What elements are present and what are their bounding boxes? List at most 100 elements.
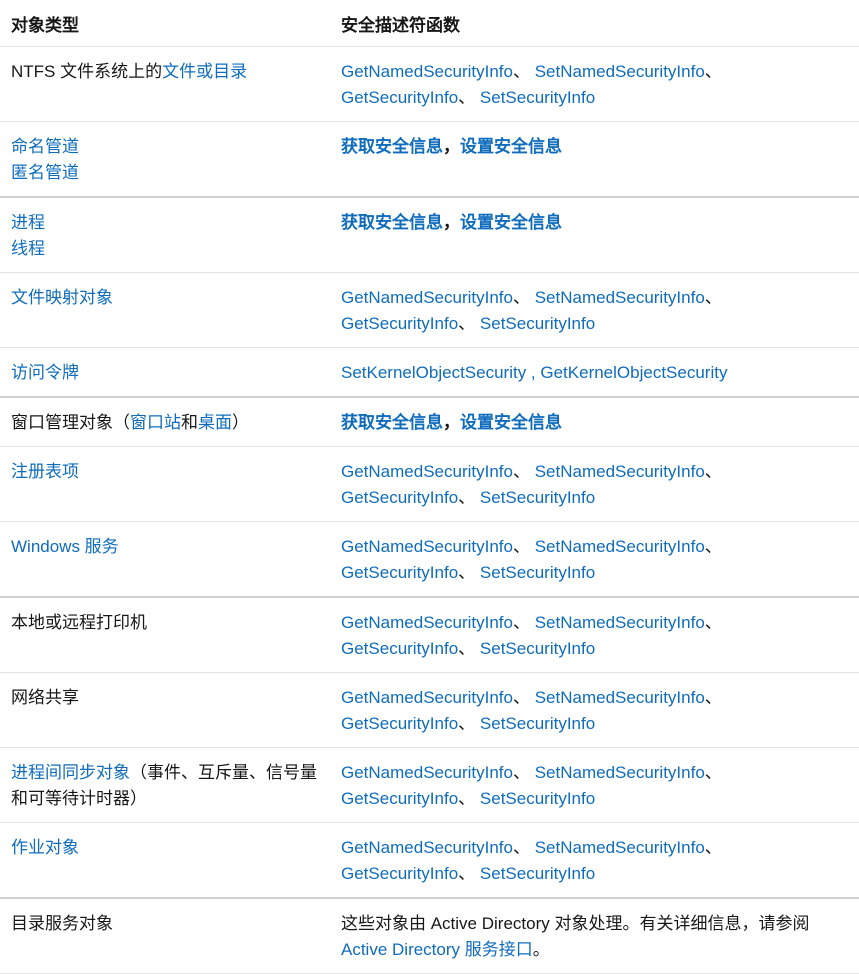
set-security-info-cn-link[interactable]: 设置安全信息	[460, 137, 562, 156]
set-security-info-link[interactable]: SetSecurityInfo	[480, 314, 595, 333]
object-type-cell: 窗口管理对象（窗口站和桌面）	[0, 397, 330, 447]
window-station-link[interactable]: 窗口站	[130, 413, 181, 432]
get-security-info-link[interactable]: GetSecurityInfo	[341, 314, 458, 333]
set-named-security-info-link[interactable]: SetNamedSecurityInfo	[535, 462, 705, 481]
table-row: NTFS 文件系统上的文件或目录 GetNamedSecurityInfo、 S…	[0, 46, 859, 122]
security-functions-table: 对象类型 安全描述符函数 NTFS 文件系统上的文件或目录 GetNamedSe…	[0, 0, 859, 974]
comma: ，	[443, 137, 460, 156]
set-security-info-link[interactable]: SetSecurityInfo	[480, 864, 595, 883]
table-row: 本地或远程打印机 GetNamedSecurityInfo 、 SetNamedS…	[0, 597, 859, 673]
set-named-security-info-link[interactable]: SetNamedSecurityInfo	[535, 688, 705, 707]
separator: 、	[458, 488, 480, 507]
set-kernel-object-security-link[interactable]: SetKernelObjectSecurity	[341, 363, 526, 382]
anonymous-pipes-link[interactable]: 匿名管道	[11, 163, 79, 182]
separator: 、	[512, 763, 535, 782]
object-type-cell: NTFS 文件系统上的文件或目录	[0, 46, 330, 122]
separator: 、	[704, 613, 722, 632]
set-security-info-link[interactable]: SetSecurityInfo	[480, 639, 595, 658]
separator: 、	[704, 288, 722, 307]
functions-cell: GetNamedSecurityInfo、 SetNamedSecurityIn…	[330, 521, 859, 598]
get-security-info-link[interactable]: GetSecurityInfo	[341, 488, 458, 507]
set-security-info-link[interactable]: SetSecurityInfo	[480, 789, 595, 808]
get-named-security-info-link[interactable]: GetNamedSecurityInfo	[341, 537, 513, 556]
get-security-info-link[interactable]: GetSecurityInfo	[341, 864, 458, 883]
and-text: 和	[181, 413, 198, 432]
get-named-security-info-link[interactable]: GetNamedSecurityInfo	[341, 688, 513, 707]
set-security-info-cn-link[interactable]: 设置安全信息	[460, 213, 562, 232]
directory-description: 这些对象由 Active Directory 对象处理。有关详细信息，请参阅	[341, 914, 810, 933]
get-named-security-info-link[interactable]: GetNamedSecurityInfo	[341, 62, 513, 81]
get-security-info-link[interactable]: GetSecurityInfo	[341, 714, 458, 733]
ntfs-prefix: NTFS 文件系统上的	[11, 62, 163, 81]
object-type-cell: 文件映射对象	[0, 272, 330, 348]
set-security-info-link[interactable]: SetSecurityInfo	[480, 563, 595, 582]
threads-link[interactable]: 线程	[11, 239, 45, 258]
set-named-security-info-link[interactable]: SetNamedSecurityInfo	[535, 763, 705, 782]
file-mapping-link[interactable]: 文件映射对象	[11, 288, 113, 307]
comma: ，	[443, 213, 460, 232]
object-type-cell: 本地或远程打印机	[0, 597, 330, 673]
access-token-link[interactable]: 访问令牌	[11, 363, 79, 382]
header-functions: 安全描述符函数	[330, 0, 859, 47]
period: 。	[532, 940, 550, 959]
table-row: Windows 服务 GetNamedSecurityInfo、 SetName…	[0, 521, 859, 598]
separator: 、	[512, 462, 535, 481]
separator: 、	[458, 88, 480, 107]
processes-link[interactable]: 进程	[11, 213, 45, 232]
get-kernel-object-security-link[interactable]: GetKernelObjectSecurity	[540, 363, 727, 382]
separator: 、	[512, 537, 535, 556]
separator: 、	[458, 639, 480, 658]
table-row: 目录服务对象 这些对象由 Active Directory 对象处理。有关详细信…	[0, 898, 859, 974]
set-security-info-link[interactable]: SetSecurityInfo	[480, 88, 595, 107]
files-directories-link[interactable]: 文件或目录	[162, 62, 247, 81]
named-pipes-link[interactable]: 命名管道	[11, 137, 79, 156]
registry-key-link[interactable]: 注册表项	[11, 462, 79, 481]
object-type-cell: 目录服务对象	[0, 898, 330, 974]
get-security-info-link[interactable]: GetSecurityInfo	[341, 88, 458, 107]
set-named-security-info-link[interactable]: SetNamedSecurityInfo	[535, 288, 705, 307]
separator: 、	[704, 462, 722, 481]
functions-cell: 获取安全信息，设置安全信息	[330, 397, 859, 447]
functions-cell: GetNamedSecurityInfo、 SetNamedSecurityIn…	[330, 46, 859, 122]
separator: 、	[704, 537, 722, 556]
set-named-security-info-link[interactable]: SetNamedSecurityInfo	[535, 537, 705, 556]
separator: 、	[458, 314, 480, 333]
separator: 、	[704, 763, 722, 782]
set-named-security-info-link[interactable]: SetNamedSecurityInfo	[535, 838, 705, 857]
get-named-security-info-link[interactable]: GetNamedSecurityInfo	[341, 288, 513, 307]
separator: 、	[458, 714, 480, 733]
desktop-link[interactable]: 桌面	[198, 413, 232, 432]
interprocess-sync-link[interactable]: 进程间同步对象	[11, 763, 130, 782]
separator: 、	[512, 838, 535, 857]
table-row: 注册表项 GetNamedSecurityInfo、 SetNamedSecur…	[0, 446, 859, 522]
get-named-security-info-link[interactable]: GetNamedSecurityInfo	[341, 763, 513, 782]
table-row: 作业对象 GetNamedSecurityInfo、 SetNamedSecur…	[0, 822, 859, 899]
get-security-info-cn-link[interactable]: 获取安全信息	[341, 213, 443, 232]
set-named-security-info-link[interactable]: SetNamedSecurityInfo	[535, 62, 705, 81]
get-security-info-cn-link[interactable]: 获取安全信息	[341, 413, 443, 432]
get-named-security-info-link[interactable]: GetNamedSecurityInfo	[341, 613, 513, 632]
separator: 、	[512, 62, 535, 81]
get-named-security-info-link[interactable]: GetNamedSecurityInfo	[341, 462, 513, 481]
functions-cell: 获取安全信息，设置安全信息	[330, 121, 859, 198]
separator: 、	[512, 288, 535, 307]
functions-cell: GetNamedSecurityInfo、 SetNamedSecurityIn…	[330, 446, 859, 522]
set-security-info-link[interactable]: SetSecurityInfo	[480, 488, 595, 507]
window-prefix: 窗口管理对象（	[11, 413, 130, 432]
table-row: 进程 线程 获取安全信息，设置安全信息	[0, 197, 859, 273]
object-type-cell: 命名管道 匿名管道	[0, 121, 330, 198]
job-object-link[interactable]: 作业对象	[11, 838, 79, 857]
get-named-security-info-link[interactable]: GetNamedSecurityInfo	[341, 838, 513, 857]
object-type-cell: 作业对象	[0, 822, 330, 899]
set-security-info-cn-link[interactable]: 设置安全信息	[460, 413, 562, 432]
get-security-info-link[interactable]: GetSecurityInfo	[341, 789, 458, 808]
get-security-info-link[interactable]: GetSecurityInfo	[341, 639, 458, 658]
adsi-link[interactable]: Active Directory 服务接口	[341, 940, 533, 959]
get-security-info-link[interactable]: GetSecurityInfo	[341, 563, 458, 582]
object-type-cell: 注册表项	[0, 446, 330, 522]
windows-service-link[interactable]: Windows 服务	[11, 537, 119, 556]
set-security-info-link[interactable]: SetSecurityInfo	[480, 714, 595, 733]
set-named-security-info-link[interactable]: SetNamedSecurityInfo	[535, 613, 705, 632]
get-security-info-cn-link[interactable]: 获取安全信息	[341, 137, 443, 156]
comma: ，	[443, 413, 460, 432]
